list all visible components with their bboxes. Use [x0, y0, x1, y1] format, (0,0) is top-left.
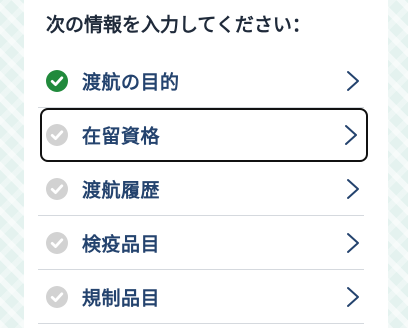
chevron-right-icon — [347, 71, 359, 91]
chevron-right-icon — [347, 233, 359, 253]
list-item-label: 渡航履歴 — [82, 179, 161, 202]
check-circle-icon — [46, 178, 68, 200]
check-circle-icon — [46, 124, 68, 146]
page-title: 次の情報を入力してください： — [46, 14, 311, 36]
list-item-label: 検疫品目 — [82, 233, 161, 256]
list-item-residence-status[interactable]: 在留資格 — [40, 108, 368, 162]
list-item-restricted-items[interactable]: 規制品目 — [24, 270, 388, 324]
list-item-label: 渡航の目的 — [82, 71, 180, 94]
list-item-travel-history[interactable]: 渡航履歴 — [24, 162, 388, 216]
list-item-quarantine-items[interactable]: 検疫品目 — [24, 216, 388, 270]
list-item-travel-purpose[interactable]: 渡航の目的 — [24, 54, 388, 108]
check-circle-icon — [46, 232, 68, 254]
form-card: 次の情報を入力してください： 渡航の目的 在留資格 渡航履歴 検疫品目 規制品目 — [24, 0, 388, 328]
chevron-right-icon — [347, 179, 359, 199]
chevron-right-icon — [347, 287, 359, 307]
info-section-list: 渡航の目的 在留資格 渡航履歴 検疫品目 規制品目 — [24, 54, 388, 324]
chevron-right-icon — [345, 125, 357, 145]
check-circle-icon — [46, 70, 68, 92]
list-item-label: 規制品目 — [82, 287, 161, 310]
list-item-label: 在留資格 — [82, 125, 161, 148]
check-circle-icon — [46, 286, 68, 308]
